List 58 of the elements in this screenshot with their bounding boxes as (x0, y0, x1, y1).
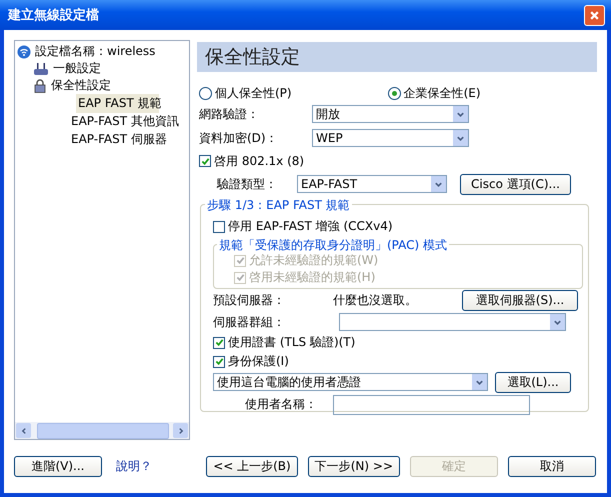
field-label: 網路驗證： (199, 106, 260, 122)
username-field[interactable] (333, 395, 530, 415)
tree-item[interactable]: 設定檔名稱：wireless (35, 43, 156, 60)
select-server-button[interactable]: 選取伺服器(S)... (462, 290, 578, 310)
tree-item[interactable]: 保全性設定 (51, 77, 111, 94)
help-link[interactable]: 說明？ (116, 458, 152, 475)
field-value: 什麼也沒選取。 (333, 292, 418, 308)
chevron-left-icon[interactable] (20, 426, 28, 434)
horizontal-scrollbar[interactable] (15, 422, 189, 439)
advanced-button[interactable]: 進階(V)... (14, 456, 102, 477)
close-button[interactable] (584, 4, 605, 26)
checkbox-label: 啓用 802.1x (8) (214, 152, 304, 170)
chevron-down-icon (431, 176, 446, 192)
cisco-options-button[interactable]: Cisco 選項(C)... (460, 174, 571, 194)
radio-button[interactable] (388, 86, 401, 100)
router-icon (33, 62, 49, 76)
tree-item[interactable]: EAP FAST 規範 (76, 94, 159, 112)
dialog-button[interactable]: 取消 (508, 456, 596, 477)
group-title: 規範「受保護的存取身分證明」(PAC) 模式 (217, 237, 450, 254)
window-title: 建立無線設定檔 (8, 6, 100, 24)
checkbox[interactable] (213, 356, 225, 368)
dropdown[interactable]: EAP-FAST (297, 175, 447, 193)
dialog-button[interactable]: << 上一步(B) (206, 456, 298, 477)
chevron-down-icon (453, 106, 468, 122)
chevron-down-icon (550, 314, 565, 330)
radio-label: 個人保全性(P) (215, 84, 292, 102)
dialog-button[interactable]: 下一步(N) >> (308, 456, 400, 477)
section-heading: 保全性設定 (197, 42, 597, 72)
field-label: 驗證類型： (216, 176, 278, 192)
field-label: 伺服器群組： (213, 314, 286, 330)
radio-button[interactable] (199, 86, 212, 100)
group-title: 步驟 1/3：EAP FAST 規範 (205, 197, 352, 214)
checkbox-label: 身份保護(I) (228, 353, 289, 370)
radio-label: 企業保全性(E) (404, 84, 481, 102)
dropdown[interactable]: WEP (312, 129, 469, 147)
checkbox[interactable] (213, 336, 225, 348)
dropdown[interactable]: 開放 (312, 105, 469, 123)
tree-item[interactable]: EAP-FAST 其他資訊 (69, 112, 184, 130)
checkbox-label: 允許未經驗證的規範(W) (249, 252, 378, 269)
lock-icon (33, 78, 47, 92)
checkbox[interactable] (213, 220, 225, 232)
checkbox-label: 啓用未經驗證的規範(H) (249, 269, 376, 286)
field-label: 預設伺服器： (213, 292, 286, 308)
tree-item[interactable]: EAP-FAST 伺服器 (69, 130, 172, 148)
dropdown[interactable]: 使用這台電腦的使用者憑證 (213, 373, 488, 391)
wifi-icon (17, 44, 31, 58)
tree-item[interactable]: 一般設定 (53, 60, 101, 77)
chevron-down-icon (472, 374, 487, 390)
select-button[interactable]: 選取(L)... (495, 372, 571, 392)
field-label: 使用者名稱： (244, 396, 318, 412)
checkbox[interactable] (199, 155, 211, 167)
field-label: 資料加密(D)： (199, 130, 279, 146)
chevron-right-icon[interactable] (176, 426, 184, 434)
dropdown[interactable] (339, 313, 566, 331)
close-icon (589, 10, 600, 20)
checkbox-label: 停用 EAP-FAST 增強 (CCXv4) (228, 218, 393, 235)
checkbox-label: 使用證書 (TLS 驗證)(T) (228, 334, 356, 351)
chevron-down-icon (453, 130, 468, 146)
